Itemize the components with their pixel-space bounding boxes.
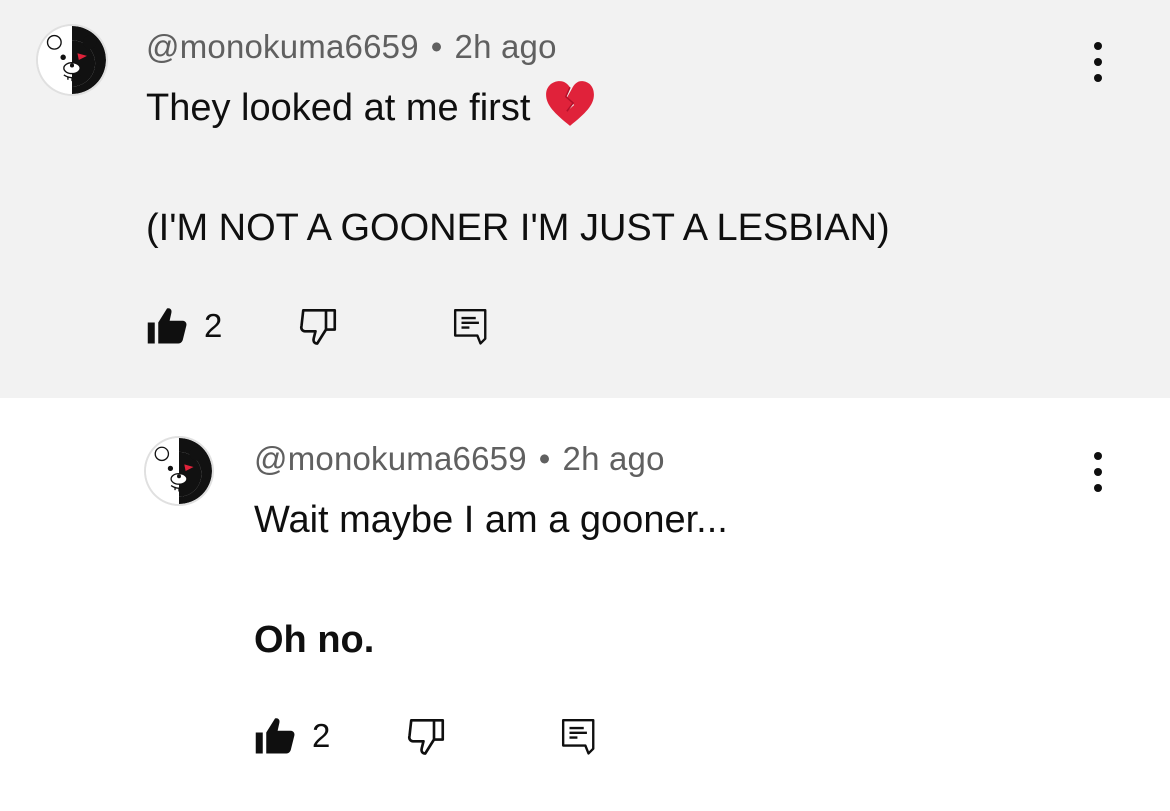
like-count: 2 [204,307,223,344]
dislike-button[interactable] [298,305,340,347]
comment-text: Wait maybe I am a gooner... Oh no. [254,490,728,670]
meta-separator: • [538,440,551,477]
comment-thread-reply: @monokuma6659 • 2h ago Wait maybe I am a g… [0,398,1170,811]
comment-line-1: Wait maybe I am a gooner... [254,499,728,541]
thumbs-up-filled-icon [254,715,296,757]
comment-menu-button[interactable] [1088,42,1108,82]
comment-time[interactable]: 2h ago [563,440,665,477]
more-dot [1094,484,1102,492]
more-vertical-icon [1094,42,1102,50]
comment-meta: @monokuma6659 • 2h ago [254,440,665,478]
comment-blank-line [254,550,728,610]
more-dot [1094,74,1102,82]
reply-button[interactable] [452,304,490,348]
comment-blank-line [146,138,890,198]
like-button[interactable]: 2 [146,305,222,347]
comment-line-2: Oh no. [254,619,375,661]
comment-time[interactable]: 2h ago [455,28,557,65]
avatar[interactable] [146,438,212,504]
more-dot [1094,468,1102,476]
meta-separator: • [430,28,443,65]
comment-line-2: (I'M NOT A GOONER I'M JUST A LESBIAN) [146,207,890,249]
thumbs-down-icon [298,305,340,347]
comment-line: They looked at me first [146,78,890,138]
comment-thread-top: @monokuma6659 • 2h ago They looked at me f… [0,0,1170,398]
thumbs-down-icon [406,715,448,757]
monokuma-avatar-icon [146,438,212,504]
comment-menu-button[interactable] [1088,452,1108,492]
comment-text: They looked at me first (I'M NOT A GOONE… [146,78,890,258]
monokuma-avatar-icon [38,26,106,94]
comment-meta: @monokuma6659 • 2h ago [146,28,557,66]
comment-actions: 2 [254,714,598,758]
reply-button[interactable] [560,714,598,758]
reply-icon [560,714,598,758]
like-count: 2 [312,717,331,754]
dislike-button[interactable] [406,715,448,757]
like-button[interactable]: 2 [254,715,330,757]
reply-icon [452,304,490,348]
more-dot [1094,58,1102,66]
broken-heart-emoji [544,80,596,128]
comment-author[interactable]: @monokuma6659 [254,440,527,477]
comment-line-1: They looked at me first [146,87,531,129]
comment-actions: 2 [146,304,490,348]
comment-author[interactable]: @monokuma6659 [146,28,419,65]
more-vertical-icon [1094,452,1102,460]
thumbs-up-filled-icon [146,305,188,347]
avatar[interactable] [38,26,106,94]
